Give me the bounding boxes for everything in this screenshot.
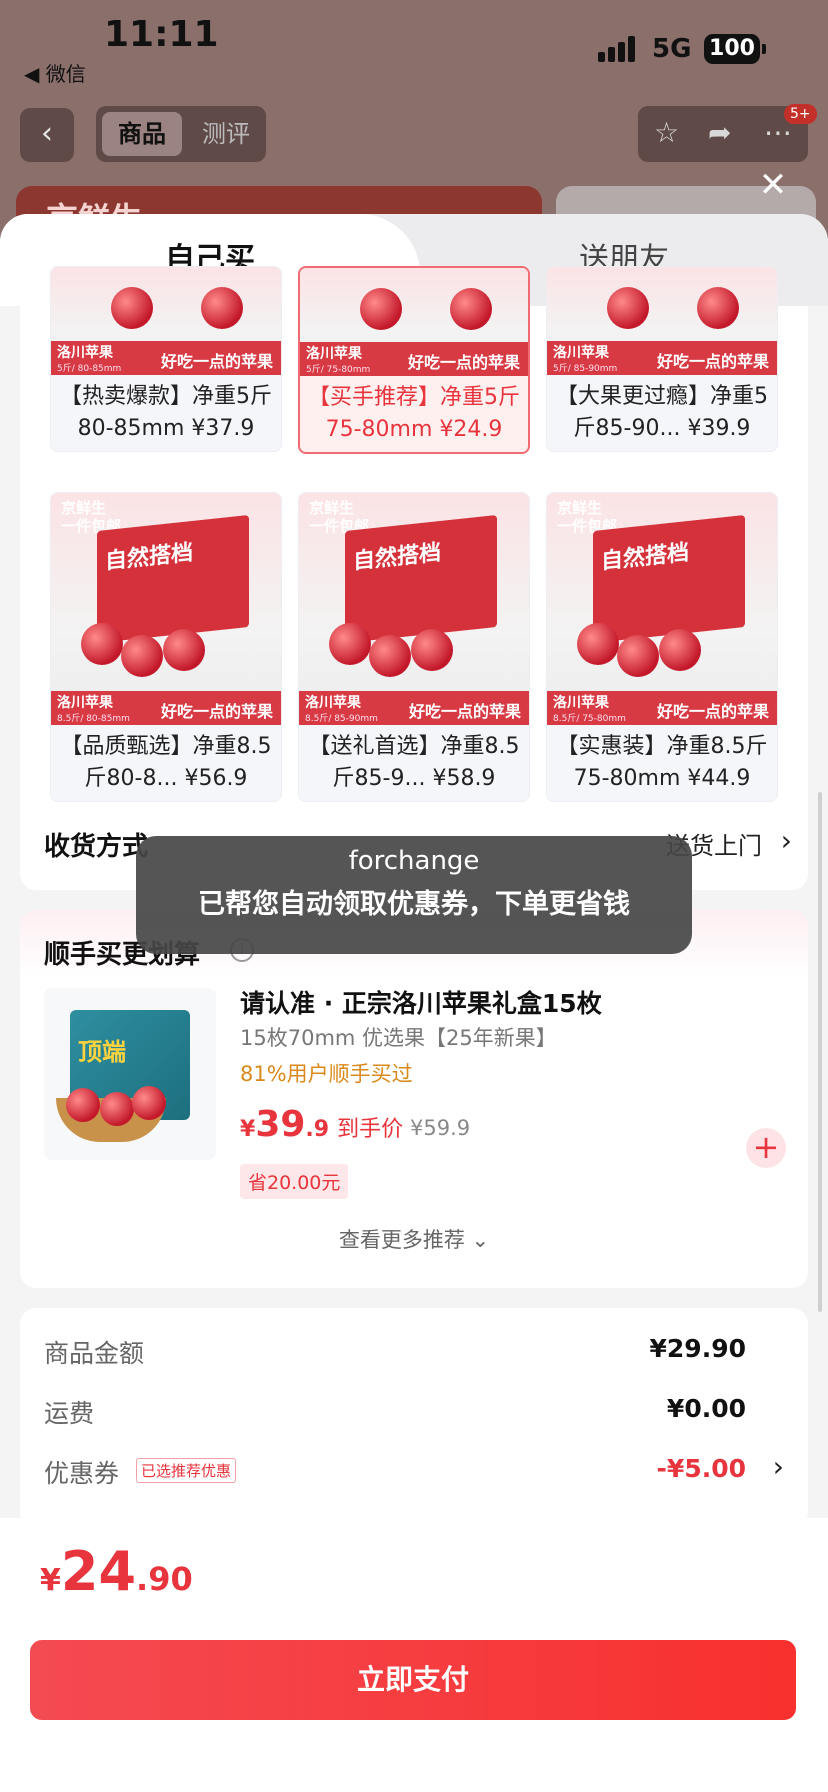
product-bar-right: 好吃一点的苹果 bbox=[408, 702, 521, 721]
back-to-wechat[interactable]: ◀ 微信 bbox=[24, 58, 86, 87]
product-bar-right: 好吃一点的苹果 bbox=[656, 702, 769, 721]
more-recommend-link[interactable]: 查看更多推荐 ⌄ bbox=[20, 1224, 808, 1254]
recommend-original-price: ¥59.9 bbox=[410, 1116, 471, 1140]
purchase-sheet: 自己买 送朋友 洛川苹果 5斤/ 80-85mm 好吃一点的苹果 【热卖爆款】净… bbox=[0, 214, 828, 1792]
product-name: 【大果更过瘾】净重5斤85-90... ¥39.9 bbox=[556, 384, 768, 441]
product-bar-right: 好吃一点的苹果 bbox=[160, 352, 273, 371]
battery-icon: 100 bbox=[704, 34, 766, 64]
product-bar-spec: 5斤/ 75-80mm bbox=[306, 365, 371, 375]
product-bar-spec: 5斤/ 80-85mm bbox=[57, 364, 122, 374]
message-badge: 5+ bbox=[784, 104, 817, 124]
summary-row-shipping: 运费 ¥0.00 bbox=[44, 1394, 746, 1428]
product-bar-left: 洛川苹果 bbox=[57, 695, 113, 711]
product-bar-left: 洛川苹果 bbox=[306, 346, 362, 362]
product-image: 京鲜生 一件包邮 自然搭档 洛川苹果 8.5斤/ 75-80mm 好吃一点的苹果 bbox=[547, 493, 777, 725]
product-name: 【品质甄选】净重8.5斤80-8... ¥56.9 bbox=[60, 734, 272, 791]
tab-reviews[interactable]: 测评 bbox=[196, 112, 256, 156]
summary-row-coupon[interactable]: 优惠券 已选推荐优惠 -¥5.00 › bbox=[44, 1450, 784, 1494]
product-option[interactable]: 洛川苹果 5斤/ 85-90mm 好吃一点的苹果 【大果更过瘾】净重5斤85-9… bbox=[546, 266, 778, 452]
status-bar: 11:11 ◀ 微信 5G 100 bbox=[0, 0, 828, 90]
nav-actions: ☆ ➦ ⋯ bbox=[638, 106, 808, 162]
network-label: 5G bbox=[652, 34, 692, 64]
product-bar-left: 洛川苹果 bbox=[553, 695, 609, 711]
product-option[interactable]: 京鲜生 一件包邮 自然搭档 洛川苹果 8.5斤/ 75-80mm 好吃一点的苹果… bbox=[546, 492, 778, 802]
product-option[interactable]: 京鲜生 一件包邮 自然搭档 洛川苹果 8.5斤/ 80-85mm 好吃一点的苹果… bbox=[50, 492, 282, 802]
product-bar-left: 洛川苹果 bbox=[553, 345, 609, 361]
chevron-right-icon: › bbox=[780, 824, 792, 857]
status-time: 11:11 bbox=[104, 14, 219, 55]
star-icon[interactable]: ☆ bbox=[654, 116, 679, 149]
product-option-selected[interactable]: 洛川苹果 5斤/ 75-80mm 好吃一点的苹果 【买手推荐】净重5斤75-80… bbox=[298, 266, 530, 454]
product-bar-spec: 8.5斤/ 85-90mm bbox=[305, 714, 378, 724]
total-price: ¥24.90 bbox=[40, 1540, 193, 1603]
summary-row-goods: 商品金额 ¥29.90 bbox=[44, 1334, 746, 1368]
shipping-label: 收货方式 bbox=[44, 832, 149, 862]
chevron-down-icon: ⌄ bbox=[471, 1228, 490, 1252]
product-name: 【实惠装】净重8.5斤75-80mm ¥44.9 bbox=[556, 734, 768, 791]
order-summary-card: 商品金额 ¥29.90 运费 ¥0.00 优惠券 已选推荐优惠 -¥5.00 › bbox=[20, 1308, 808, 1528]
pay-now-button[interactable]: 立即支付 bbox=[30, 1640, 796, 1720]
product-name: 【热卖爆款】净重5斤80-85mm ¥37.9 bbox=[60, 384, 272, 441]
toast-line2: 已帮您自动领取优惠券，下单更省钱 bbox=[198, 889, 630, 920]
coupon-toast: forchange 已帮您自动领取优惠券，下单更省钱 bbox=[136, 836, 692, 954]
product-image: 京鲜生 一件包邮 自然搭档 洛川苹果 8.5斤/ 80-85mm 好吃一点的苹果 bbox=[51, 493, 281, 725]
nav-back-button[interactable]: ‹ bbox=[20, 108, 74, 162]
recommend-price: ¥39.9 到手价 bbox=[240, 1104, 404, 1145]
signal-icon bbox=[598, 36, 638, 62]
toast-line1: forchange bbox=[348, 846, 480, 876]
checkout-footer: ¥24.90 立即支付 bbox=[0, 1518, 828, 1792]
product-bar-left: 洛川苹果 bbox=[305, 695, 361, 711]
goods-review-segment: 商品 测评 bbox=[96, 106, 266, 162]
product-bar-right: 好吃一点的苹果 bbox=[160, 702, 273, 721]
product-option[interactable]: 京鲜生 一件包邮 自然搭档 洛川苹果 8.5斤/ 85-90mm 好吃一点的苹果… bbox=[298, 492, 530, 802]
coupon-tag: 已选推荐优惠 bbox=[136, 1458, 237, 1483]
recommend-save-badge: 省20.00元 bbox=[240, 1164, 349, 1199]
recommend-product-image[interactable]: 顶端 bbox=[44, 988, 216, 1160]
add-recommend-button[interactable]: + bbox=[746, 1128, 786, 1168]
product-bar-right: 好吃一点的苹果 bbox=[656, 352, 769, 371]
product-name: 【送礼首选】净重8.5斤85-9... ¥58.9 bbox=[308, 734, 520, 791]
gift-box-text: 顶端 bbox=[78, 1038, 126, 1066]
recommend-card: 顺手买更划算 i 顶端 请认准 · 正宗洛川苹果礼盒15枚 15枚70mm 优选… bbox=[20, 910, 808, 1288]
chevron-right-icon: › bbox=[772, 1450, 784, 1483]
recommend-bought-rate: 81%用户顺手买过 bbox=[240, 1062, 413, 1086]
product-options-card: 洛川苹果 5斤/ 80-85mm 好吃一点的苹果 【热卖爆款】净重5斤80-85… bbox=[20, 266, 808, 890]
recommend-product-spec: 15枚70mm 优选果【25年新果】 bbox=[240, 1026, 557, 1050]
scrollbar[interactable] bbox=[818, 792, 822, 1312]
product-bar-left: 洛川苹果 bbox=[57, 345, 113, 361]
close-icon[interactable]: ✕ bbox=[756, 168, 790, 202]
product-bar-spec: 5斤/ 85-90mm bbox=[553, 364, 618, 374]
share-icon[interactable]: ➦ bbox=[708, 116, 731, 149]
product-bar-spec: 8.5斤/ 75-80mm bbox=[553, 714, 626, 724]
product-name: 【买手推荐】净重5斤75-80mm ¥24.9 bbox=[308, 385, 520, 442]
recommend-product-name[interactable]: 请认准 · 正宗洛川苹果礼盒15枚 bbox=[240, 984, 602, 1020]
tab-goods[interactable]: 商品 bbox=[102, 112, 182, 156]
product-option[interactable]: 洛川苹果 5斤/ 80-85mm 好吃一点的苹果 【热卖爆款】净重5斤80-85… bbox=[50, 266, 282, 452]
product-bar-spec: 8.5斤/ 80-85mm bbox=[57, 714, 130, 724]
product-bar-right: 好吃一点的苹果 bbox=[407, 353, 520, 372]
product-image: 京鲜生 一件包邮 自然搭档 洛川苹果 8.5斤/ 85-90mm 好吃一点的苹果 bbox=[299, 493, 529, 725]
